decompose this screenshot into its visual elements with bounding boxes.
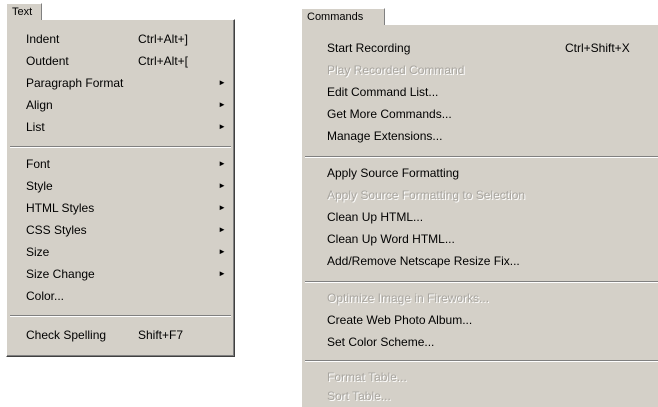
submenu-arrow-icon: ► (218, 225, 226, 234)
menu-item-shortcut: Ctrl+Alt+] (138, 32, 189, 46)
menu-item-label: Create Web Photo Album... (327, 313, 473, 327)
submenu-arrow-icon: ► (218, 181, 226, 190)
menu-item-shortcut: Shift+F7 (138, 328, 184, 342)
menu-item-label: Apply Source Formatting to Selection (327, 188, 526, 202)
menu-item-label: Get More Commands... (327, 107, 452, 121)
menu-item-shortcut: Ctrl+Shift+X (565, 41, 630, 55)
menu-item-label: CSS Styles (26, 223, 87, 237)
menu-item-list[interactable]: List ► (7, 116, 234, 138)
menu-item-color[interactable]: Color... (7, 285, 234, 307)
menu-item-label: Manage Extensions... (327, 129, 443, 143)
menu-item-shortcut: Ctrl+Alt+[ (138, 54, 189, 68)
menu-item-edit-command-list[interactable]: Edit Command List... (302, 81, 658, 103)
menu-item-label: Add/Remove Netscape Resize Fix... (327, 254, 520, 268)
commands-menu-dropdown: Start Recording Ctrl+Shift+X Play Record… (301, 24, 658, 407)
menu-item-get-more-commands[interactable]: Get More Commands... (302, 103, 658, 125)
menu-item-optimize-image-fireworks: Optimize Image in Fireworks... (302, 287, 658, 309)
menu-item-label: Outdent (26, 54, 69, 68)
menu-tab-commands[interactable]: Commands (301, 8, 385, 25)
menu-separator (305, 156, 658, 158)
menu-item-label: Sort Table... (327, 389, 391, 403)
menu-item-size-change[interactable]: Size Change ► (7, 263, 234, 285)
menu-item-label: Clean Up Word HTML... (327, 232, 455, 246)
menu-item-paragraph-format[interactable]: Paragraph Format ► (7, 72, 234, 94)
menu-item-label: Set Color Scheme... (327, 335, 435, 349)
menu-item-css-styles[interactable]: CSS Styles ► (7, 219, 234, 241)
menu-separator (10, 146, 231, 148)
menu-item-label: Style (26, 179, 53, 193)
menu-item-label: Size (26, 245, 50, 259)
menu-item-netscape-resize-fix[interactable]: Add/Remove Netscape Resize Fix... (302, 250, 658, 272)
menu-separator (305, 281, 658, 283)
menu-item-set-color-scheme[interactable]: Set Color Scheme... (302, 331, 658, 353)
submenu-arrow-icon: ► (218, 100, 226, 109)
menu-separator (10, 315, 231, 317)
menu-tab-text-label: Text (12, 6, 33, 18)
menu-item-label: Play Recorded Command (327, 63, 465, 77)
menu-item-indent[interactable]: Indent Ctrl+Alt+] (7, 28, 234, 50)
menu-item-label: Indent (26, 32, 60, 46)
menu-item-label: Clean Up HTML... (327, 210, 424, 224)
menu-item-label: Align (26, 98, 53, 112)
menu-separator (305, 360, 658, 362)
menu-item-check-spelling[interactable]: Check Spelling Shift+F7 (7, 324, 234, 346)
menu-item-label: Color... (26, 289, 65, 303)
menu-item-start-recording[interactable]: Start Recording Ctrl+Shift+X (302, 37, 658, 59)
menu-tab-text[interactable]: Text (6, 3, 42, 20)
submenu-arrow-icon: ► (218, 122, 226, 131)
menu-item-create-web-photo-album[interactable]: Create Web Photo Album... (302, 309, 658, 331)
menu-item-label: Edit Command List... (327, 85, 439, 99)
menu-tab-commands-label: Commands (307, 11, 364, 23)
menu-item-align[interactable]: Align ► (7, 94, 234, 116)
menu-item-label: Optimize Image in Fireworks... (327, 291, 490, 305)
menu-item-style[interactable]: Style ► (7, 175, 234, 197)
menu-item-apply-source-formatting[interactable]: Apply Source Formatting (302, 162, 658, 184)
menu-item-label: Apply Source Formatting (327, 166, 460, 180)
menu-item-label: List (26, 120, 45, 134)
menu-item-play-recorded-command: Play Recorded Command (302, 59, 658, 81)
menu-item-clean-up-html[interactable]: Clean Up HTML... (302, 206, 658, 228)
menu-item-clean-up-word-html[interactable]: Clean Up Word HTML... (302, 228, 658, 250)
menu-item-label: Check Spelling (26, 328, 107, 342)
menu-item-outdent[interactable]: Outdent Ctrl+Alt+[ (7, 50, 234, 72)
menu-item-manage-extensions[interactable]: Manage Extensions... (302, 125, 658, 147)
menu-item-font[interactable]: Font ► (7, 153, 234, 175)
submenu-arrow-icon: ► (218, 78, 226, 87)
menu-item-label: Font (26, 157, 51, 171)
menu-item-apply-source-formatting-selection: Apply Source Formatting to Selection (302, 184, 658, 206)
menu-item-label: Start Recording (327, 41, 411, 55)
menu-item-label: Paragraph Format (26, 76, 124, 90)
submenu-arrow-icon: ► (218, 159, 226, 168)
menu-item-label: Size Change (26, 267, 95, 281)
menu-item-sort-table: Sort Table... (302, 385, 658, 407)
submenu-arrow-icon: ► (218, 203, 226, 212)
submenu-arrow-icon: ► (218, 247, 226, 256)
text-menu-dropdown: Indent Ctrl+Alt+] Outdent Ctrl+Alt+[ Par… (6, 19, 235, 357)
submenu-arrow-icon: ► (218, 269, 226, 278)
menu-item-html-styles[interactable]: HTML Styles ► (7, 197, 234, 219)
menu-item-label: HTML Styles (26, 201, 95, 215)
menu-item-size[interactable]: Size ► (7, 241, 234, 263)
